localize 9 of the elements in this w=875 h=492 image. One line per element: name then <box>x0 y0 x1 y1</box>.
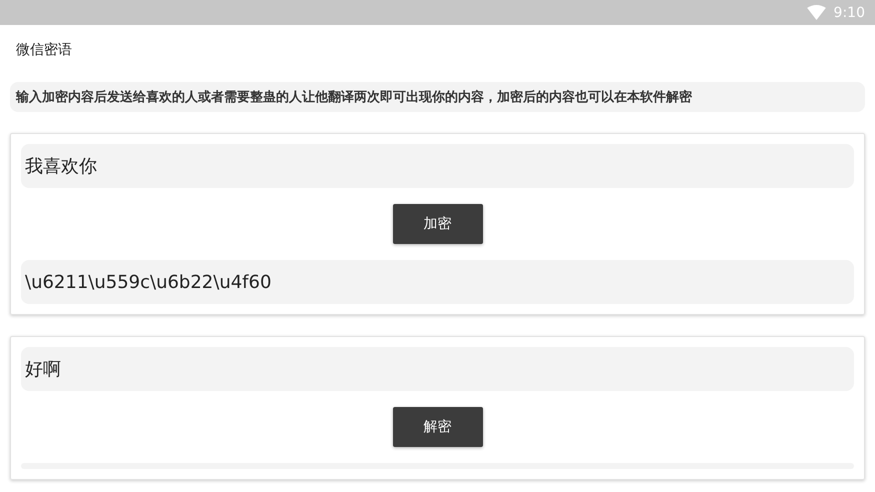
status-time: 9:10 <box>834 4 865 20</box>
action-button[interactable]: 加密 <box>392 204 482 244</box>
wifi-icon <box>806 5 826 20</box>
app-title: 微信密语 <box>15 41 73 60</box>
input-field[interactable]: 我喜欢你 <box>21 144 854 188</box>
output-field[interactable]: \u6211\u559c\u6b22\u4f60 <box>21 260 854 304</box>
input-field[interactable]: 好啊 <box>21 347 854 391</box>
description-text: 输入加密内容后发送给喜欢的人或者需要整蛊的人让他翻译两次即可出现你的内容，加密后的内容也可以在本软件解密 <box>10 82 865 112</box>
action-button[interactable]: 解密 <box>392 407 482 447</box>
